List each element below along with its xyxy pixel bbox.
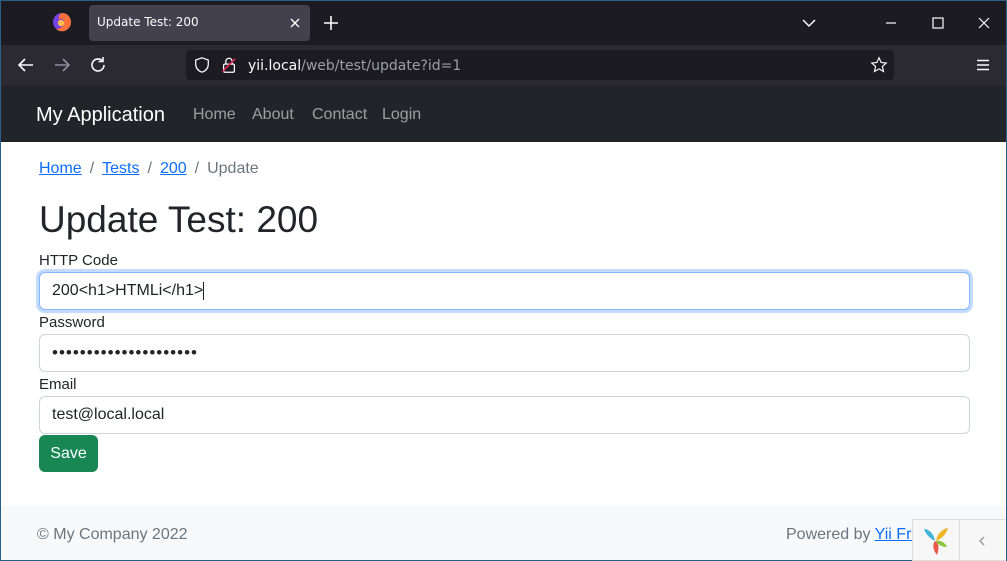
debug-toolbar [912, 519, 1006, 561]
email-value: test@local.local [52, 406, 165, 423]
breadcrumb: Home / Tests / 200 / Update [39, 160, 259, 178]
chevron-left-icon[interactable] [975, 534, 989, 548]
address-bar[interactable]: yii.local/web/test/update?id=1 [186, 50, 894, 80]
yii-framework-link[interactable]: Yii Framework [875, 526, 914, 543]
password-value: ••••••••••••••••••••• [52, 343, 198, 362]
breadcrumb-current: Update [207, 160, 259, 177]
plus-icon[interactable] [321, 13, 341, 33]
url-text[interactable]: yii.local/web/test/update?id=1 [248, 58, 461, 74]
browser-nav-bar: yii.local/web/test/update?id=1 [1, 45, 1006, 86]
footer-copyright: © My Company 2022 [37, 526, 188, 543]
nav-link-about[interactable]: About [252, 106, 294, 124]
window-close-icon[interactable] [974, 13, 994, 33]
shield-icon[interactable] [193, 56, 211, 74]
powered-by-text: Powered by [786, 526, 875, 543]
app-navbar: My Application Home About Contact Login [1, 86, 1006, 142]
text-caret [203, 281, 205, 300]
breadcrumb-tests[interactable]: Tests [102, 160, 139, 177]
firefox-icon[interactable] [52, 12, 72, 32]
close-icon[interactable] [285, 13, 305, 33]
insecure-lock-icon[interactable] [220, 56, 238, 74]
url-host: yii.local [248, 58, 302, 74]
star-icon[interactable] [870, 56, 888, 74]
footer-powered-by: Powered by Yii Framework [786, 526, 914, 544]
minimize-icon[interactable] [881, 13, 901, 33]
url-path: /web/test/update?id=1 [301, 58, 462, 74]
toolbar-divider [959, 520, 960, 561]
breadcrumb-separator: / [194, 160, 200, 177]
http-code-value: 200<h1>HTMLi</h1> [52, 282, 204, 299]
password-input[interactable]: ••••••••••••••••••••• [39, 334, 970, 372]
nav-link-contact[interactable]: Contact [312, 106, 367, 124]
nav-link-home[interactable]: Home [193, 106, 236, 124]
browser-tab-bar: Update Test: 200 [1, 1, 1006, 45]
hamburger-menu-icon[interactable] [973, 55, 993, 75]
maximize-icon[interactable] [928, 13, 948, 33]
browser-tab-active[interactable]: Update Test: 200 [89, 5, 310, 41]
tab-title: Update Test: 200 [97, 15, 199, 29]
footer: © My Company 2022 Powered by Yii Framewo… [1, 506, 1006, 560]
http-code-input[interactable]: 200<h1>HTMLi</h1> [39, 272, 970, 310]
back-arrow-icon[interactable] [16, 55, 36, 75]
nav-link-login[interactable]: Login [382, 106, 421, 124]
breadcrumb-separator: / [89, 160, 95, 177]
breadcrumb-record[interactable]: 200 [160, 160, 187, 177]
breadcrumb-separator: / [147, 160, 152, 177]
http-code-label: HTTP Code [39, 252, 118, 269]
page-title: Update Test: 200 [39, 199, 319, 240]
breadcrumb-home[interactable]: Home [39, 160, 82, 177]
email-input[interactable]: test@local.local [39, 396, 970, 434]
email-label: Email [39, 376, 77, 393]
reload-icon[interactable] [88, 55, 108, 75]
brand-link[interactable]: My Application [36, 104, 165, 127]
yii-logo-icon[interactable] [921, 525, 951, 557]
save-button[interactable]: Save [39, 435, 98, 472]
forward-arrow-icon[interactable] [52, 55, 72, 75]
password-label: Password [39, 314, 105, 331]
chevron-down-icon[interactable] [799, 13, 819, 33]
